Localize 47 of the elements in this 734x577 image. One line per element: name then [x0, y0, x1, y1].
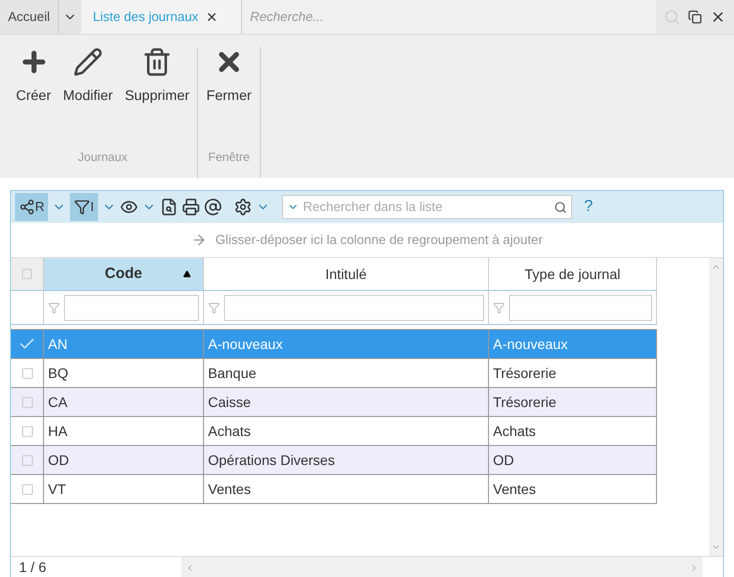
- sort-icon: [183, 270, 191, 278]
- filter-icon: [493, 302, 505, 314]
- table-cell: VT: [44, 475, 204, 503]
- column-header[interactable]: Code: [44, 258, 204, 290]
- checkbox[interactable]: [20, 366, 34, 380]
- hierarchy-icon: [19, 199, 35, 215]
- preview-icon[interactable]: [160, 198, 178, 216]
- filter-icon: [208, 302, 220, 314]
- printer-icon[interactable]: [182, 198, 200, 216]
- scrollbar[interactable]: [709, 258, 723, 556]
- table-row[interactable]: OD Opérations Diverses OD: [11, 445, 657, 474]
- pencil-icon: [72, 47, 103, 77]
- filter-icon: [74, 199, 90, 215]
- table-cell: Ventes: [489, 475, 657, 503]
- help-link[interactable]: ?: [584, 195, 593, 219]
- table-row[interactable]: CA Caisse Trésorerie: [11, 387, 657, 416]
- checkbox[interactable]: [20, 396, 34, 408]
- filter-field[interactable]: [509, 294, 652, 320]
- filter-icon: [48, 302, 60, 314]
- checkbox[interactable]: [20, 454, 34, 466]
- filter-field[interactable]: [224, 294, 484, 320]
- tab[interactable]: Accueil: [0, 0, 81, 34]
- checkbox[interactable]: [21, 268, 33, 280]
- filter-button[interactable]: I: [70, 193, 98, 221]
- eye-icon[interactable]: [120, 198, 138, 216]
- checkbox[interactable]: [20, 482, 34, 496]
- search-icon[interactable]: [554, 200, 568, 214]
- table-row[interactable]: HA Achats Achats: [11, 416, 657, 445]
- close-icon[interactable]: ×: [206, 8, 217, 26]
- restore-icon[interactable]: [688, 10, 702, 24]
- record-count: 1 / 6: [18, 558, 48, 577]
- table-row[interactable]: BQ Banque Trésorerie: [11, 358, 657, 387]
- table-cell: Ventes: [204, 475, 489, 503]
- ribbon-button[interactable]: Supprimer: [120, 47, 194, 106]
- group-button[interactable]: R: [15, 193, 48, 221]
- trash-icon: [142, 47, 172, 77]
- filter-field[interactable]: [64, 294, 199, 320]
- group-label: Fenêtre: [208, 149, 250, 166]
- ribbon-button[interactable]: Modifier: [59, 47, 117, 106]
- checkbox[interactable]: [20, 424, 34, 438]
- ribbon-button[interactable]: Fermer: [202, 47, 256, 106]
- group-label: Journaux: [78, 149, 128, 166]
- horizontal-scrollbar[interactable]: [181, 557, 703, 577]
- settings-icon[interactable]: [234, 198, 252, 216]
- at-icon[interactable]: [204, 198, 222, 216]
- table-row[interactable]: VT Ventes Ventes: [11, 474, 657, 503]
- ribbon-button[interactable]: Créer: [12, 47, 56, 106]
